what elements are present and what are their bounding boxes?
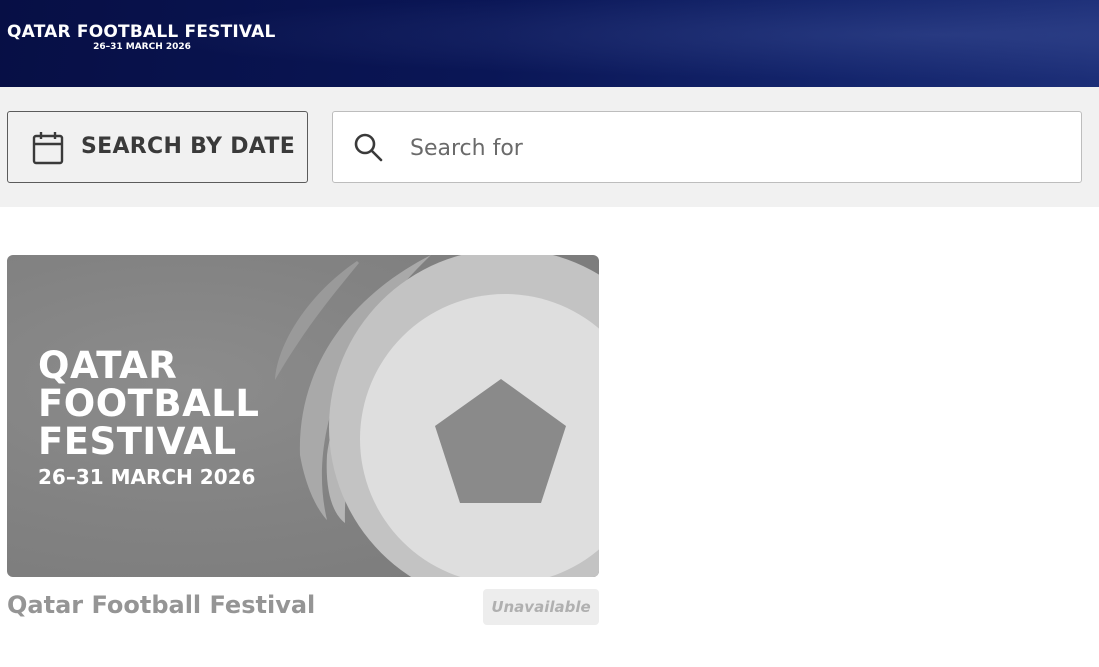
logo-dates: 26–31 MARCH 2026 <box>93 42 191 52</box>
logo-title: QATAR FOOTBALL FESTIVAL <box>7 22 276 42</box>
event-card-footer: Qatar Football Festival Unavailable <box>7 577 599 637</box>
status-badge: Unavailable <box>483 589 599 625</box>
calendar-icon <box>32 132 64 165</box>
logo-line-2: FOOTBALL <box>38 382 260 425</box>
site-header: QATAR FOOTBALL FESTIVAL 26–31 MARCH 2026 <box>0 0 1099 87</box>
event-card-image[interactable]: QATAR FOOTBALL FESTIVAL 26–31 MARCH 2026 <box>7 255 599 577</box>
search-box[interactable] <box>332 111 1082 183</box>
search-icon <box>354 133 383 162</box>
site-logo[interactable]: QATAR FOOTBALL FESTIVAL 26–31 MARCH 2026 <box>7 22 276 52</box>
event-card[interactable]: QATAR FOOTBALL FESTIVAL 26–31 MARCH 2026… <box>7 255 599 637</box>
event-title[interactable]: Qatar Football Festival <box>7 591 315 619</box>
search-input[interactable] <box>410 130 1050 166</box>
logo-line-dates: 26–31 MARCH 2026 <box>38 465 256 489</box>
logo-line-3: FESTIVAL <box>38 420 237 463</box>
logo-line-1: QATAR <box>38 344 178 387</box>
search-by-date-button[interactable]: SEARCH BY DATE <box>7 111 308 183</box>
event-card-logo: QATAR FOOTBALL FESTIVAL 26–31 MARCH 2026 <box>38 344 260 490</box>
search-toolbar: SEARCH BY DATE <box>0 87 1099 207</box>
search-by-date-label: SEARCH BY DATE <box>81 134 296 159</box>
